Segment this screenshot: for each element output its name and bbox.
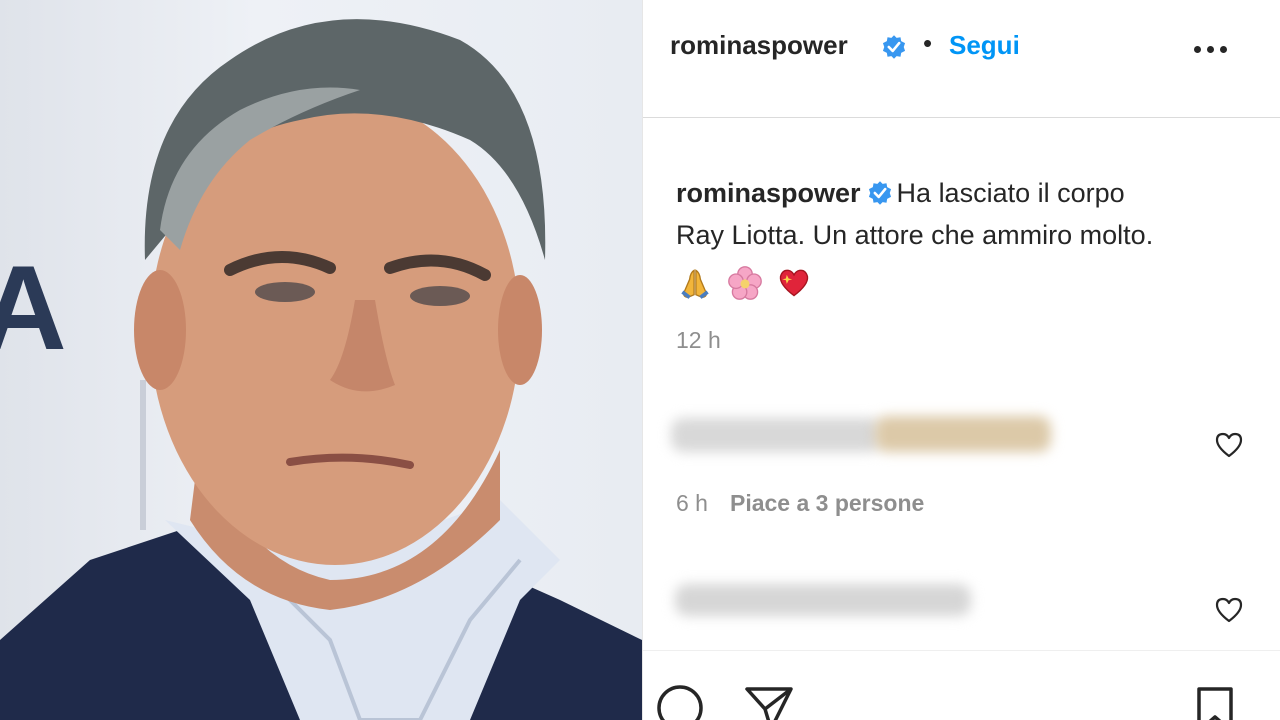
sparkling-heart-icon — [779, 269, 809, 297]
caption-emojis — [676, 260, 1246, 300]
verified-badge-icon — [882, 35, 906, 59]
caption-username[interactable]: rominaspower — [676, 178, 861, 208]
post-photo[interactable]: A — [0, 0, 642, 720]
verified-badge-icon — [868, 181, 891, 205]
action-bar — [643, 650, 1280, 720]
post-panel: rominaspower • Segui rominaspower Ha las… — [642, 0, 1280, 720]
caption-timestamp[interactable]: 12 h — [676, 327, 721, 354]
share-icon[interactable] — [743, 683, 795, 720]
portrait-illustration — [0, 19, 642, 720]
folded-hands-icon — [681, 269, 709, 299]
comment-timestamp[interactable]: 6 h — [676, 490, 708, 516]
caption-text-line1: Ha lasciato il corpo — [896, 178, 1125, 208]
post-caption: rominaspower Ha lasciato il corpo Ray Li… — [676, 172, 1246, 300]
cherry-blossom-icon — [727, 266, 762, 300]
bookmark-icon[interactable] — [1195, 685, 1235, 720]
heart-icon[interactable] — [1214, 596, 1244, 624]
follow-button[interactable]: Segui — [949, 30, 1020, 61]
blurred-comment-text — [875, 416, 1051, 452]
post-header: rominaspower • Segui — [643, 0, 1280, 118]
blurred-comment — [675, 584, 971, 616]
comment-likes[interactable]: Piace a 3 persone — [730, 490, 924, 516]
heart-icon[interactable] — [1214, 431, 1244, 459]
comment-meta: 6 h Piace a 3 persone — [676, 490, 924, 517]
separator-dot: • — [923, 28, 933, 58]
caption-text-line2: Ray Liotta. Un attore che ammiro molto. — [676, 220, 1154, 250]
comment-icon[interactable] — [655, 683, 705, 720]
blurred-comment-username — [671, 418, 881, 452]
author-username[interactable]: rominaspower — [670, 30, 848, 61]
more-options-icon[interactable] — [1191, 34, 1231, 64]
